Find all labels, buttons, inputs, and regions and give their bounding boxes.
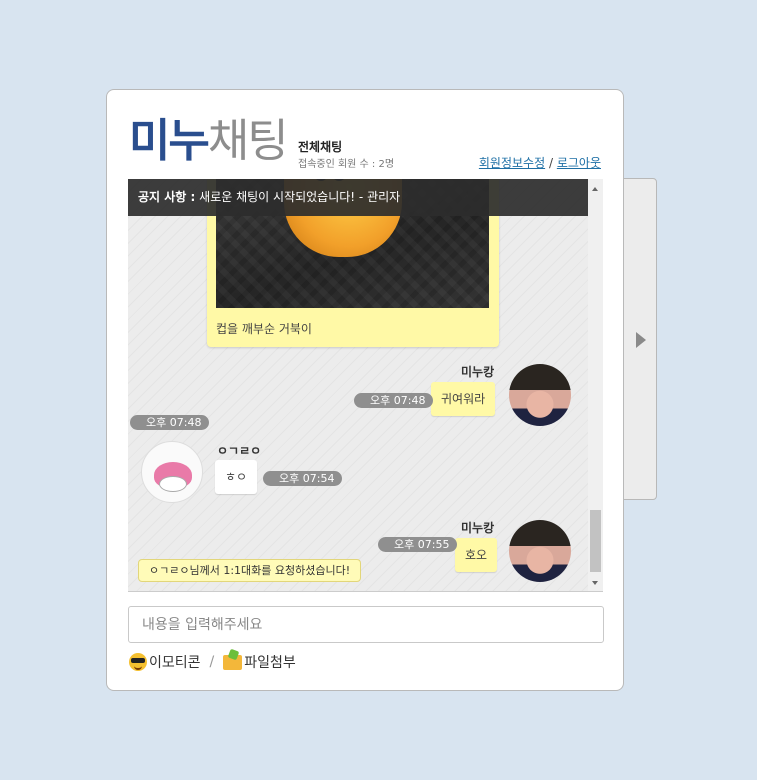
folder-icon [223,654,243,670]
emoticon-button[interactable]: 이모티콘 [129,652,201,672]
notice-bar: 공지 사항 : 새로운 채팅이 시작되었습니다! - 관리자 [128,179,603,216]
notice-text: 새로운 채팅이 시작되었습니다! - 관리자 [199,190,401,204]
chat-scrollbar[interactable] [588,179,603,591]
users-online-count: 접속중인 회원 수 : 2명 [298,159,395,170]
attach-file-button[interactable]: 파일첨부 [223,652,296,672]
room-name: 전체채팅 [298,140,343,154]
side-panel-toggle[interactable] [620,178,657,500]
chat-tools: 이모티콘 / 파일첨부 [129,652,296,672]
private-chat-request[interactable]: ㅇㄱㄹㅇ님께서 1:1대화를 요청하셨습니다! [138,559,362,582]
avatar[interactable] [141,441,203,503]
sender-nickname: 미누캉 [461,365,495,379]
attach-label: 파일첨부 [244,655,296,671]
message-time: 오후 07:48 [354,393,434,408]
notice-label: 공지 사항 : [138,190,196,204]
tools-separator: / [209,654,215,670]
brand-logo: 미누채팅 [129,118,289,163]
message-bubble: ㅎㅇ [215,460,258,494]
account-links: 회원정보수정 / 로그아웃 [479,154,601,171]
emoticon-icon [129,653,147,671]
chat-log[interactable]: 공지 사항 : 새로운 채팅이 시작되었습니다! - 관리자 컵을 깨부순 거북… [128,179,603,592]
edit-profile-link[interactable]: 회원정보수정 [479,156,545,170]
scroll-up-arrow-icon[interactable] [592,187,598,191]
message-time: 오후 07:54 [263,471,343,486]
message-bubble: 귀여워라 [431,382,496,416]
link-separator: / [548,156,553,170]
logout-link[interactable]: 로그아웃 [557,156,601,170]
sender-nickname: 미누캉 [461,521,495,535]
brand-part-1: 미누 [129,114,210,167]
message-bubble: 호오 [455,538,498,572]
chat-window: 미누채팅 전체채팅 접속중인 회원 수 : 2명 회원정보수정 / 로그아웃 공… [106,89,624,691]
sender-nickname: ㅇㄱㄹㅇ [217,444,262,458]
message-input[interactable] [128,606,604,643]
image-caption: 컵을 깨부순 거북이 [216,322,312,336]
scrollbar-thumb[interactable] [590,510,601,572]
expand-arrow-icon[interactable] [636,332,646,348]
message-time: 오후 07:55 [378,537,458,552]
scroll-down-arrow-icon[interactable] [592,581,598,585]
message-time: 오후 07:48 [130,415,210,430]
brand-part-2: 채팅 [207,114,289,167]
avatar[interactable] [509,520,571,582]
emoticon-label: 이모티콘 [149,655,201,671]
avatar[interactable] [509,364,571,426]
